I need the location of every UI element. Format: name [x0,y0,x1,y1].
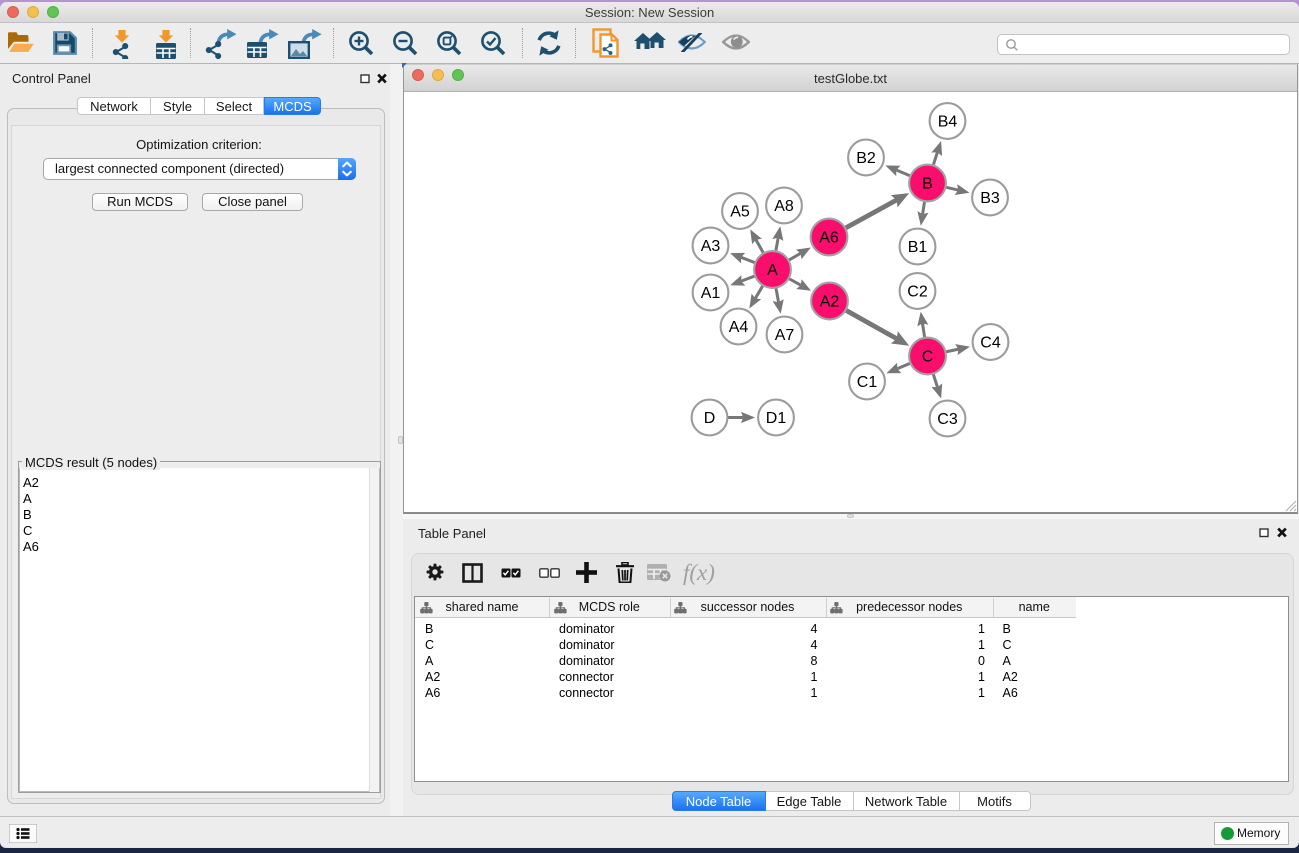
svg-text:C1: C1 [857,374,878,391]
svg-text:B: B [922,176,933,193]
svg-text:A5: A5 [730,204,750,221]
svg-text:D1: D1 [766,410,787,427]
svg-text:B2: B2 [856,150,876,167]
svg-text:A3: A3 [701,238,721,255]
svg-text:A7: A7 [775,327,795,344]
svg-text:C2: C2 [907,284,928,301]
svg-text:B3: B3 [980,190,1000,207]
svg-text:A: A [767,262,778,279]
svg-text:A2: A2 [820,294,840,311]
svg-text:B1: B1 [908,239,928,256]
svg-text:B4: B4 [938,114,958,131]
svg-text:C4: C4 [980,335,1001,352]
svg-text:A1: A1 [701,285,721,302]
svg-text:A6: A6 [819,230,839,247]
svg-text:D: D [704,410,716,427]
svg-text:A8: A8 [774,198,794,215]
svg-text:C: C [922,349,934,366]
svg-text:A4: A4 [729,319,749,336]
svg-text:C3: C3 [937,411,958,428]
